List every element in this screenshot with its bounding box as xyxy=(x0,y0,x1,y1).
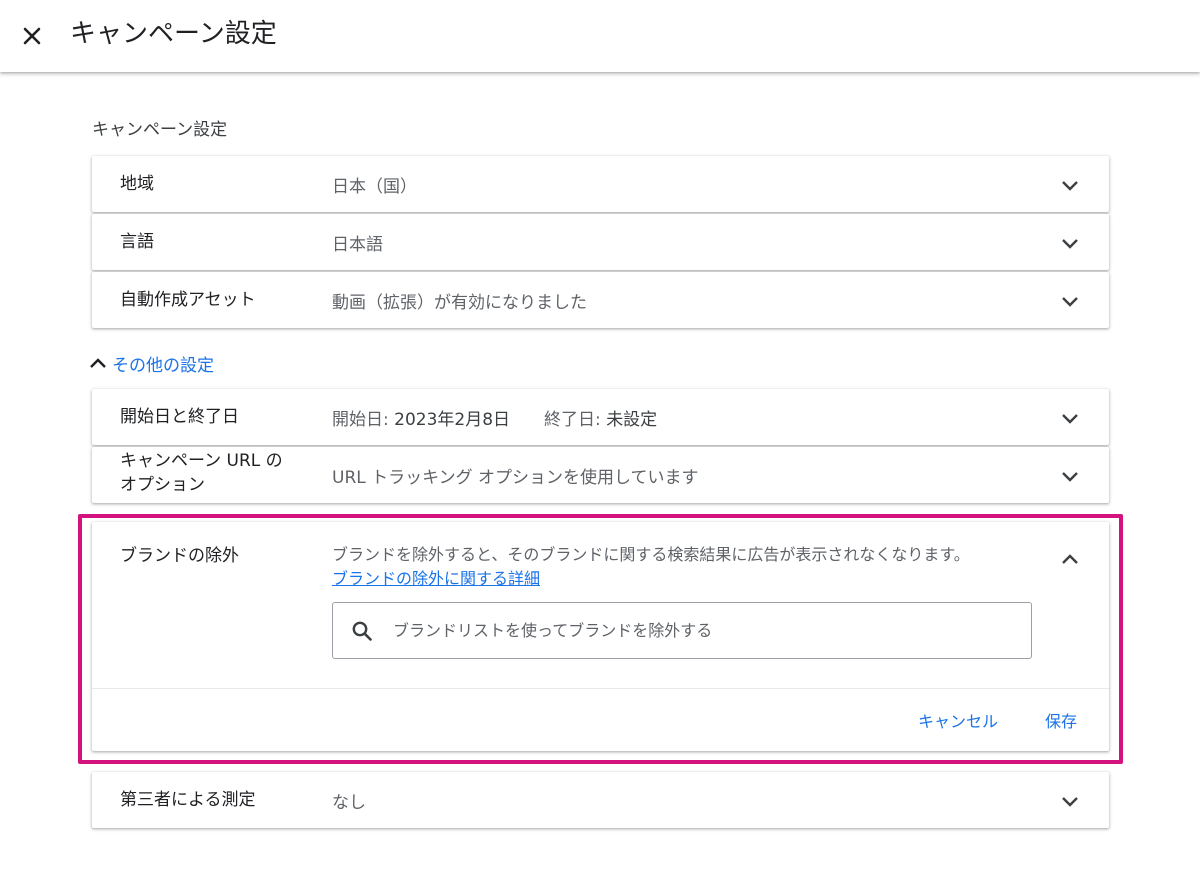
chevron-down-icon[interactable] xyxy=(1059,232,1081,254)
save-button[interactable]: 保存 xyxy=(1045,708,1077,736)
row-value: 動画（拡張）が有効になりました xyxy=(332,292,587,313)
row-label: 自動作成アセット xyxy=(120,290,256,310)
setting-row-location[interactable]: 地域 日本（国） xyxy=(92,156,1109,212)
row-label: 言語 xyxy=(120,232,154,252)
brand-search-input[interactable] xyxy=(393,610,993,651)
brand-exclusion-help-link[interactable]: ブランドの除外に関する詳細 xyxy=(332,567,540,591)
start-date-label: 開始日: xyxy=(332,409,389,430)
row-label: 第三者による測定 xyxy=(120,790,256,810)
close-button[interactable] xyxy=(12,16,52,56)
row-value: 日本語 xyxy=(332,234,383,255)
search-icon xyxy=(352,621,372,641)
chevron-down-icon[interactable] xyxy=(1059,407,1081,429)
row-label: 地域 xyxy=(120,174,154,194)
row-value: URL トラッキング オプションを使用しています xyxy=(332,467,699,488)
brand-exclusion-description: ブランドを除外すると、そのブランドに関する検索結果に広告が表示されなくなります。 xyxy=(332,545,970,564)
chevron-up-icon[interactable] xyxy=(1059,548,1081,570)
chevron-down-icon[interactable] xyxy=(1059,174,1081,196)
more-settings-toggle[interactable]: その他の設定 xyxy=(88,350,214,376)
chevron-down-icon[interactable] xyxy=(1059,790,1081,812)
end-date-value: 未設定 xyxy=(606,409,658,430)
brand-exclusion-panel: ブランドの除外 ブランドを除外すると、そのブランドに関する検索結果に広告が表示さ… xyxy=(92,522,1109,751)
close-icon xyxy=(23,27,41,45)
setting-row-third-party[interactable]: 第三者による測定 なし xyxy=(92,772,1109,828)
row-label: キャンペーン URL の オプション xyxy=(120,445,283,501)
setting-row-dates[interactable]: 開始日と終了日 開始日: 2023年2月8日 終了日: 未設定 xyxy=(92,389,1109,445)
setting-row-url-options[interactable]: キャンペーン URL の オプション URL トラッキング オプションを使用して… xyxy=(92,447,1109,503)
row-label-line1: キャンペーン URL の xyxy=(120,451,283,471)
chevron-down-icon[interactable] xyxy=(1059,465,1081,487)
end-date-label: 終了日: xyxy=(544,409,601,430)
section-title: キャンペーン設定 xyxy=(92,120,228,140)
row-value: 日本（国） xyxy=(332,176,417,197)
setting-row-auto-assets[interactable]: 自動作成アセット 動画（拡張）が有効になりました xyxy=(92,272,1109,328)
cancel-button[interactable]: キャンセル xyxy=(918,708,998,736)
top-app-bar: キャンペーン設定 xyxy=(0,0,1200,72)
more-settings-label: その他の設定 xyxy=(112,355,214,376)
chevron-up-icon xyxy=(90,358,106,368)
divider xyxy=(92,688,1109,689)
row-value: なし xyxy=(332,792,366,813)
row-label: 開始日と終了日 xyxy=(120,407,239,427)
start-date-value: 2023年2月8日 xyxy=(394,409,511,430)
setting-row-language[interactable]: 言語 日本語 xyxy=(92,214,1109,270)
chevron-down-icon[interactable] xyxy=(1059,290,1081,312)
brand-search-field[interactable] xyxy=(332,602,1032,659)
brand-exclusion-label: ブランドの除外 xyxy=(120,546,239,566)
page-title: キャンペーン設定 xyxy=(70,19,277,49)
row-label-line2: オプション xyxy=(120,475,205,495)
row-value: 開始日: 2023年2月8日 終了日: 未設定 xyxy=(332,389,657,445)
